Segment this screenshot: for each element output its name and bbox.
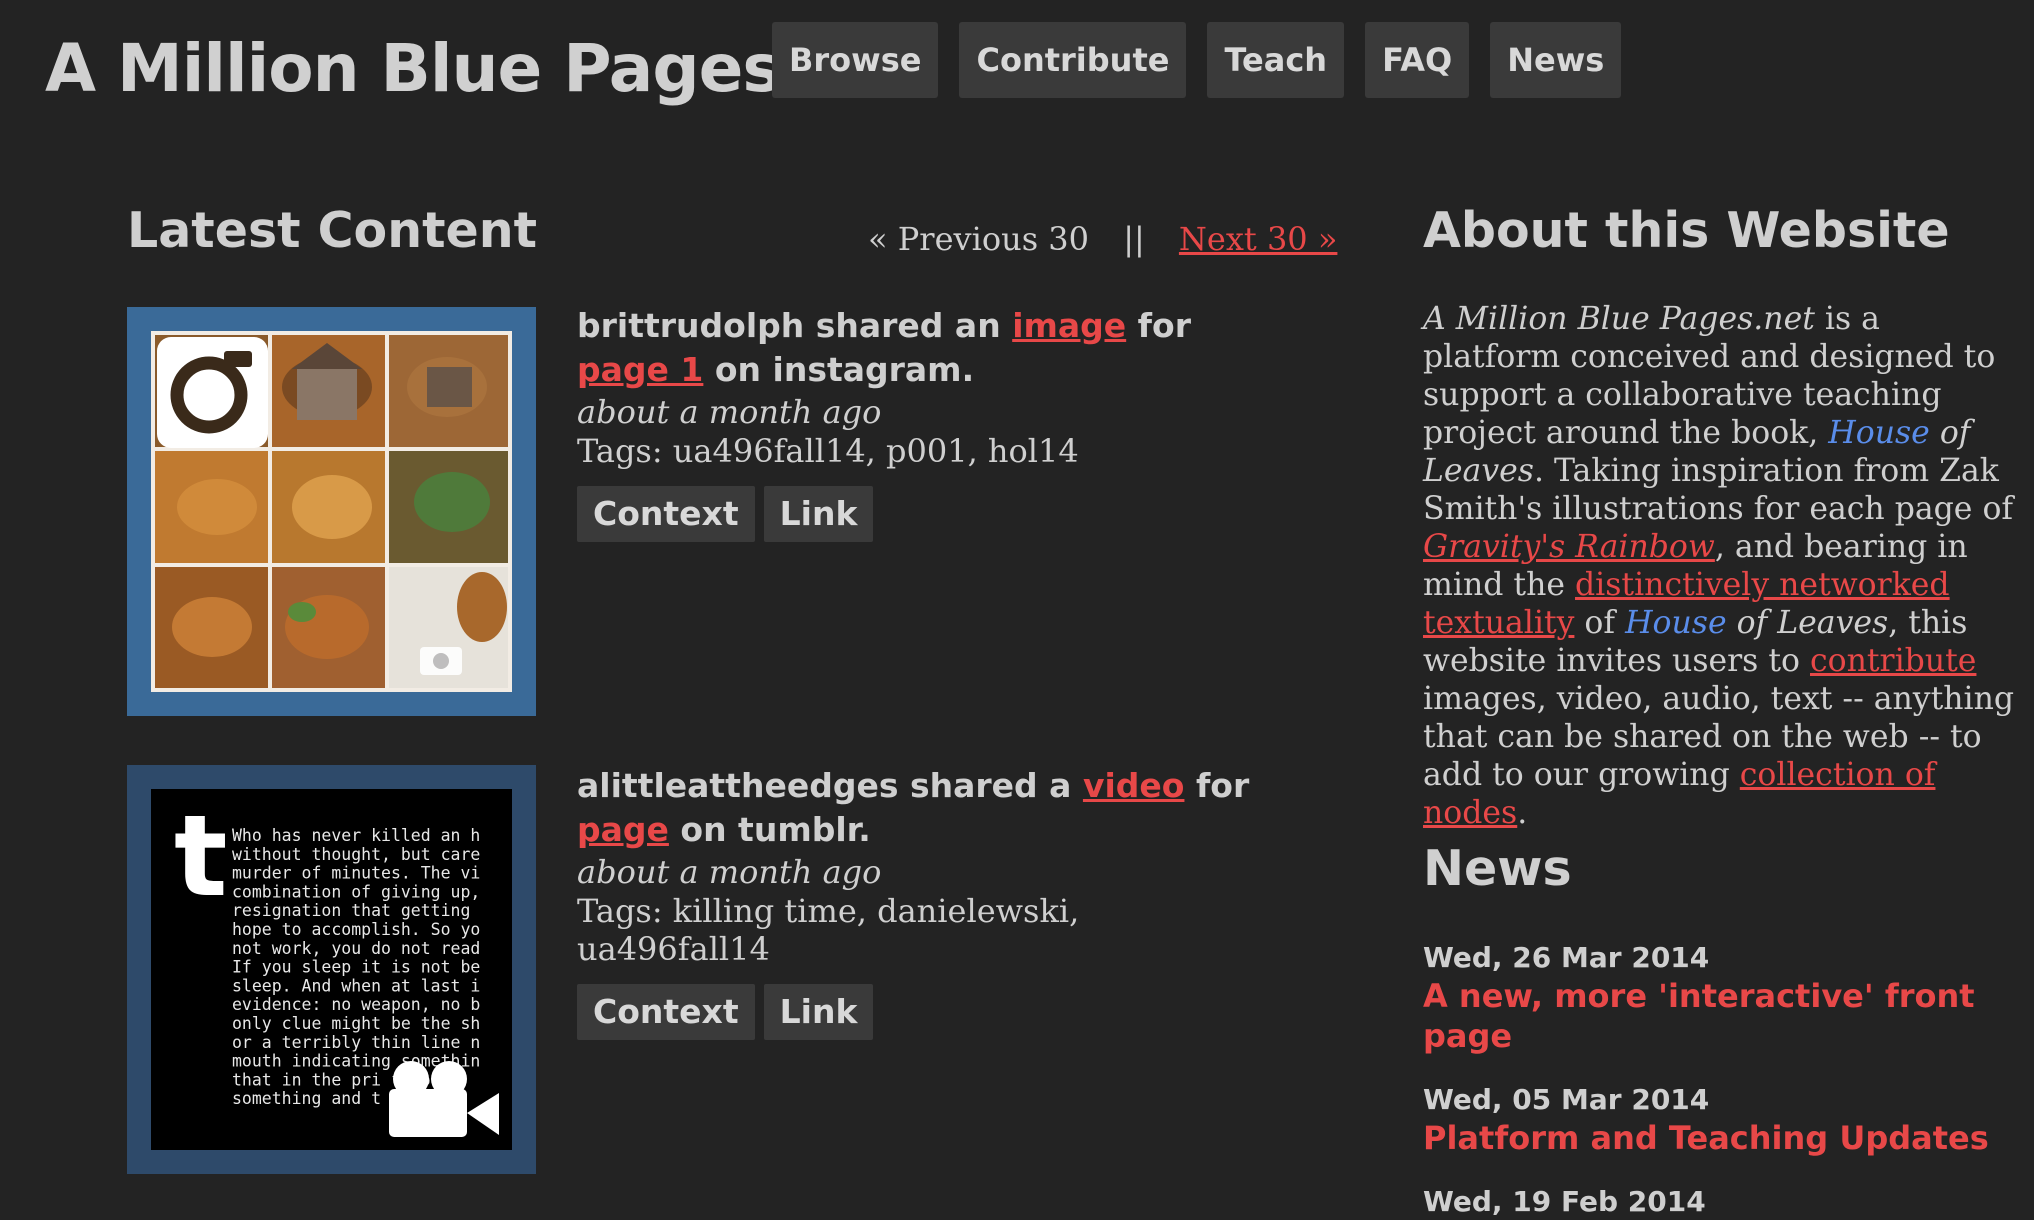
svg-text:t: t [174, 792, 228, 922]
news-title-link[interactable]: A new, more 'interactive' front page [1423, 976, 2023, 1056]
pagination: « Previous 30 || Next 30 » [868, 220, 1337, 258]
item-for-text: for [1137, 306, 1191, 345]
site-title[interactable]: A Million Blue Pages [45, 30, 782, 107]
instagram-image-thumbnail[interactable] [127, 307, 536, 716]
news-list: Wed, 26 Mar 2014 A new, more 'interactiv… [1423, 940, 2023, 1220]
about-text-4: of [1574, 605, 1626, 641]
house-link[interactable]: House [1625, 605, 1727, 641]
item-tags: Tags: ua496fall14, p001, hol14 [577, 432, 1079, 470]
item-for-text: for [1195, 766, 1250, 805]
video-text-line: Who has never killed an h [232, 826, 480, 845]
content-item: alittleattheedges shared a video for pag… [577, 764, 1277, 1040]
video-text-line: without thought, but care [232, 845, 480, 864]
nav-browse[interactable]: Browse [772, 22, 939, 98]
news-date: Wed, 05 Mar 2014 [1423, 1083, 1710, 1116]
news-entry: Wed, 05 Mar 2014 Platform and Teaching U… [1423, 1082, 2023, 1158]
about-heading: About this Website [1423, 202, 1950, 259]
nav-faq[interactable]: FAQ [1365, 22, 1470, 98]
context-button[interactable]: Context [577, 984, 755, 1040]
nav-teach[interactable]: Teach [1207, 22, 1345, 98]
video-text-line: resignation that getting [232, 901, 470, 920]
video-text-line: evidence: no weapon, no b [232, 995, 480, 1014]
of-leaves-text: of Leaves [1726, 605, 1889, 641]
news-title-link[interactable]: Platform and Teaching Updates [1423, 1118, 2023, 1158]
link-button[interactable]: Link [763, 486, 874, 542]
video-text-line: or a terribly thin line n [232, 1033, 480, 1052]
item-on-text: on [714, 350, 762, 389]
video-text-line: If you sleep it is not be [232, 958, 480, 977]
item-thumbnail[interactable] [127, 307, 536, 716]
camera-icon [420, 647, 462, 675]
main-nav: Browse Contribute Teach FAQ News [772, 22, 1622, 98]
item-thumbnail[interactable]: Who has never killed an h without thought… [127, 765, 536, 1174]
item-page-link[interactable]: page 1 [577, 350, 703, 389]
item-media-link[interactable]: image [1012, 306, 1126, 345]
item-media-link[interactable]: video [1083, 766, 1185, 805]
gravitys-rainbow-link[interactable]: Gravity's Rainbow [1423, 529, 1715, 565]
news-entry: Wed, 19 Feb 2014 [1423, 1184, 2023, 1220]
item-title: brittrudolph shared an image for page 1 … [577, 304, 1277, 392]
nav-news[interactable]: News [1490, 22, 1622, 98]
next-30-link[interactable]: Next 30 » [1179, 220, 1337, 258]
item-on-text: on tumblr. [680, 810, 871, 849]
item-timestamp: about a month ago [577, 393, 882, 431]
video-text-line: only clue might be the sh [232, 1014, 480, 1033]
video-text-line: hope to accomplish. So yo [232, 920, 480, 939]
item-tags: Tags: killing time, danielewski, ua496fa… [577, 892, 1080, 968]
news-date: Wed, 19 Feb 2014 [1423, 1185, 1706, 1218]
video-text-line: murder of minutes. The vi [232, 864, 480, 883]
item-shared-text: shared an [815, 306, 1001, 345]
video-text-line: not work, you do not read [232, 939, 480, 958]
item-timestamp: about a month ago [577, 853, 882, 891]
about-text-7: . [1517, 795, 1528, 831]
item-title: alittleattheedges shared a video for pag… [577, 764, 1277, 852]
item-shared-text: shared a [909, 766, 1072, 805]
pager-separator: || [1123, 220, 1145, 258]
tumblr-video-thumbnail[interactable]: Who has never killed an hwithout thought… [127, 765, 536, 1174]
context-button[interactable]: Context [577, 486, 755, 542]
video-text-line: combination of giving up, [232, 882, 480, 901]
previous-30-link[interactable]: « Previous 30 [868, 220, 1089, 258]
content-item: brittrudolph shared an image for page 1 … [577, 304, 1277, 542]
item-user[interactable]: brittrudolph [577, 306, 804, 345]
link-button[interactable]: Link [763, 984, 874, 1040]
latest-content-heading: Latest Content [127, 202, 538, 259]
item-user[interactable]: alittleattheedges [577, 766, 898, 805]
news-entry: Wed, 26 Mar 2014 A new, more 'interactiv… [1423, 940, 2023, 1056]
news-heading: News [1423, 840, 1572, 897]
nav-contribute[interactable]: Contribute [959, 22, 1187, 98]
news-date: Wed, 26 Mar 2014 [1423, 941, 1710, 974]
tumblr-icon: t [174, 792, 228, 922]
about-site-name: A Million Blue Pages.net [1423, 301, 1815, 337]
about-paragraph: A Million Blue Pages.net is a platform c… [1423, 300, 2023, 832]
item-platform: instagram. [772, 350, 975, 389]
house-link[interactable]: House [1828, 415, 1930, 451]
item-page-link[interactable]: page [577, 810, 669, 849]
instagram-icon [157, 337, 268, 448]
video-text-line: sleep. And when at last i [232, 976, 480, 995]
contribute-link[interactable]: contribute [1810, 643, 1976, 679]
